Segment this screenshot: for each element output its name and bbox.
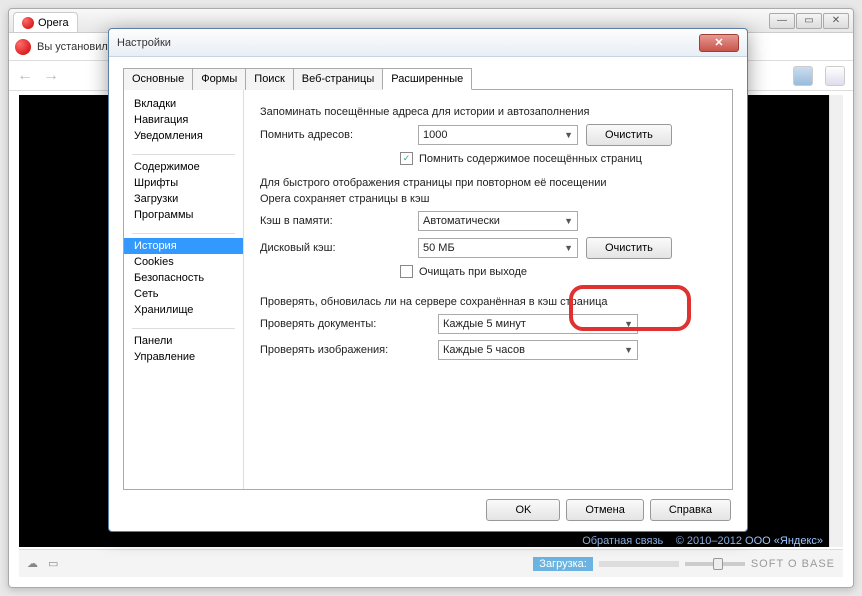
tab-search[interactable]: Поиск <box>245 68 293 90</box>
sidebar-item-programs[interactable]: Программы <box>124 207 243 223</box>
check-update-description: Проверять, обновилась ли на сервере сохр… <box>260 296 716 308</box>
statusbar: ☁ ▭ Загрузка: SOFT O BASE <box>19 549 843 577</box>
cache-description-1: Для быстрого отображения страницы при по… <box>260 177 716 189</box>
clear-on-exit-label: Очищать при выходе <box>419 266 527 278</box>
toolbar-icon[interactable] <box>793 66 813 86</box>
dialog-body: Основные Формы Поиск Веб-страницы Расшир… <box>109 57 747 500</box>
remember-addresses-label: Помнить адресов: <box>260 129 410 141</box>
progress-bar <box>599 561 679 567</box>
maximize-button[interactable]: ▭ <box>796 13 822 29</box>
remember-description: Запоминать посещённые адреса для истории… <box>260 106 716 118</box>
watermark: SOFT O BASE <box>751 558 835 570</box>
clear-history-button[interactable]: Очистить <box>586 124 672 146</box>
tab-advanced[interactable]: Расширенные <box>382 68 472 90</box>
vertical-scrollbar[interactable] <box>829 95 843 547</box>
feedback-link[interactable]: Обратная связь <box>582 535 663 547</box>
close-icon[interactable]: ✕ <box>699 34 739 52</box>
dialog-titlebar[interactable]: Настройки ✕ <box>109 29 747 57</box>
sidebar-item-notifications[interactable]: Уведомления <box>124 128 243 144</box>
remember-content-checkbox[interactable]: ✓ <box>400 152 413 165</box>
side-list: Вкладки Навигация Уведомления Содержимое… <box>124 90 244 489</box>
minimize-button[interactable]: — <box>769 13 795 29</box>
cancel-button[interactable]: Отмена <box>566 499 643 521</box>
dialog-footer: OK Отмена Справка <box>486 499 731 521</box>
close-window-button[interactable]: ✕ <box>823 13 849 29</box>
loading-indicator: Загрузка: <box>533 557 593 571</box>
memory-cache-label: Кэш в памяти: <box>260 215 410 227</box>
sidebar-item-tabs[interactable]: Вкладки <box>124 96 243 112</box>
yandex-footer: Обратная связь © 2010–2012 ООО «Яндекс» <box>582 535 823 547</box>
chevron-down-icon: ▼ <box>564 243 573 253</box>
back-icon[interactable]: ← <box>17 67 33 85</box>
tab-forms[interactable]: Формы <box>192 68 246 90</box>
opera-icon <box>22 17 34 29</box>
sidebar-item-storage[interactable]: Хранилище <box>124 302 243 318</box>
sidebar-item-security[interactable]: Безопасность <box>124 270 243 286</box>
sidebar-item-management[interactable]: Управление <box>124 349 243 365</box>
check-documents-label: Проверять документы: <box>260 318 430 330</box>
chevron-down-icon: ▼ <box>564 130 573 140</box>
chevron-down-icon: ▼ <box>624 345 633 355</box>
settings-dialog: Настройки ✕ Основные Формы Поиск Веб-стр… <box>108 28 748 532</box>
sidebar-item-navigation[interactable]: Навигация <box>124 112 243 128</box>
remember-content-label: Помнить содержимое посещённых страниц <box>419 153 642 165</box>
clear-on-exit-checkbox[interactable] <box>400 265 413 278</box>
tab-title: Opera <box>38 17 69 29</box>
disk-cache-select[interactable]: 50 МБ▼ <box>418 238 578 258</box>
sidebar-item-panels[interactable]: Панели <box>124 333 243 349</box>
window-controls: — ▭ ✕ <box>769 13 849 29</box>
sidebar-item-history[interactable]: История <box>124 238 243 254</box>
tab-webpages[interactable]: Веб-страницы <box>293 68 384 90</box>
remember-addresses-select[interactable]: 1000▼ <box>418 125 578 145</box>
tab-content: Вкладки Навигация Уведомления Содержимое… <box>123 90 733 490</box>
copyright-text: © 2010–2012 ООО «Яндекс» <box>676 535 823 547</box>
camera-icon[interactable]: ▭ <box>48 557 58 570</box>
settings-pane: Запоминать посещённые адреса для истории… <box>244 90 732 489</box>
page-label: Вы установил <box>37 41 108 53</box>
sidebar-item-content[interactable]: Содержимое <box>124 159 243 175</box>
opera-icon <box>15 39 31 55</box>
clear-disk-cache-button[interactable]: Очистить <box>586 237 672 259</box>
zoom-slider[interactable] <box>685 562 745 566</box>
sidebar-item-downloads[interactable]: Загрузки <box>124 191 243 207</box>
dialog-title: Настройки <box>117 37 171 49</box>
sidebar-item-cookies[interactable]: Cookies <box>124 254 243 270</box>
chevron-down-icon: ▼ <box>564 216 573 226</box>
check-documents-select[interactable]: Каждые 5 минут▼ <box>438 314 638 334</box>
forward-icon[interactable]: → <box>43 67 59 85</box>
sidebar-item-network[interactable]: Сеть <box>124 286 243 302</box>
tab-general[interactable]: Основные <box>123 68 193 90</box>
check-images-label: Проверять изображения: <box>260 344 430 356</box>
sidebar-item-fonts[interactable]: Шрифты <box>124 175 243 191</box>
browser-tab[interactable]: Opera <box>13 12 78 32</box>
toolbar-icon[interactable] <box>825 66 845 86</box>
help-button[interactable]: Справка <box>650 499 731 521</box>
check-images-select[interactable]: Каждые 5 часов▼ <box>438 340 638 360</box>
cloud-icon[interactable]: ☁ <box>27 557 38 570</box>
memory-cache-select[interactable]: Автоматически▼ <box>418 211 578 231</box>
chevron-down-icon: ▼ <box>624 319 633 329</box>
disk-cache-label: Дисковый кэш: <box>260 242 410 254</box>
tabs-row: Основные Формы Поиск Веб-страницы Расшир… <box>123 67 733 90</box>
cache-description-2: Opera сохраняет страницы в кэш <box>260 193 716 205</box>
ok-button[interactable]: OK <box>486 499 560 521</box>
